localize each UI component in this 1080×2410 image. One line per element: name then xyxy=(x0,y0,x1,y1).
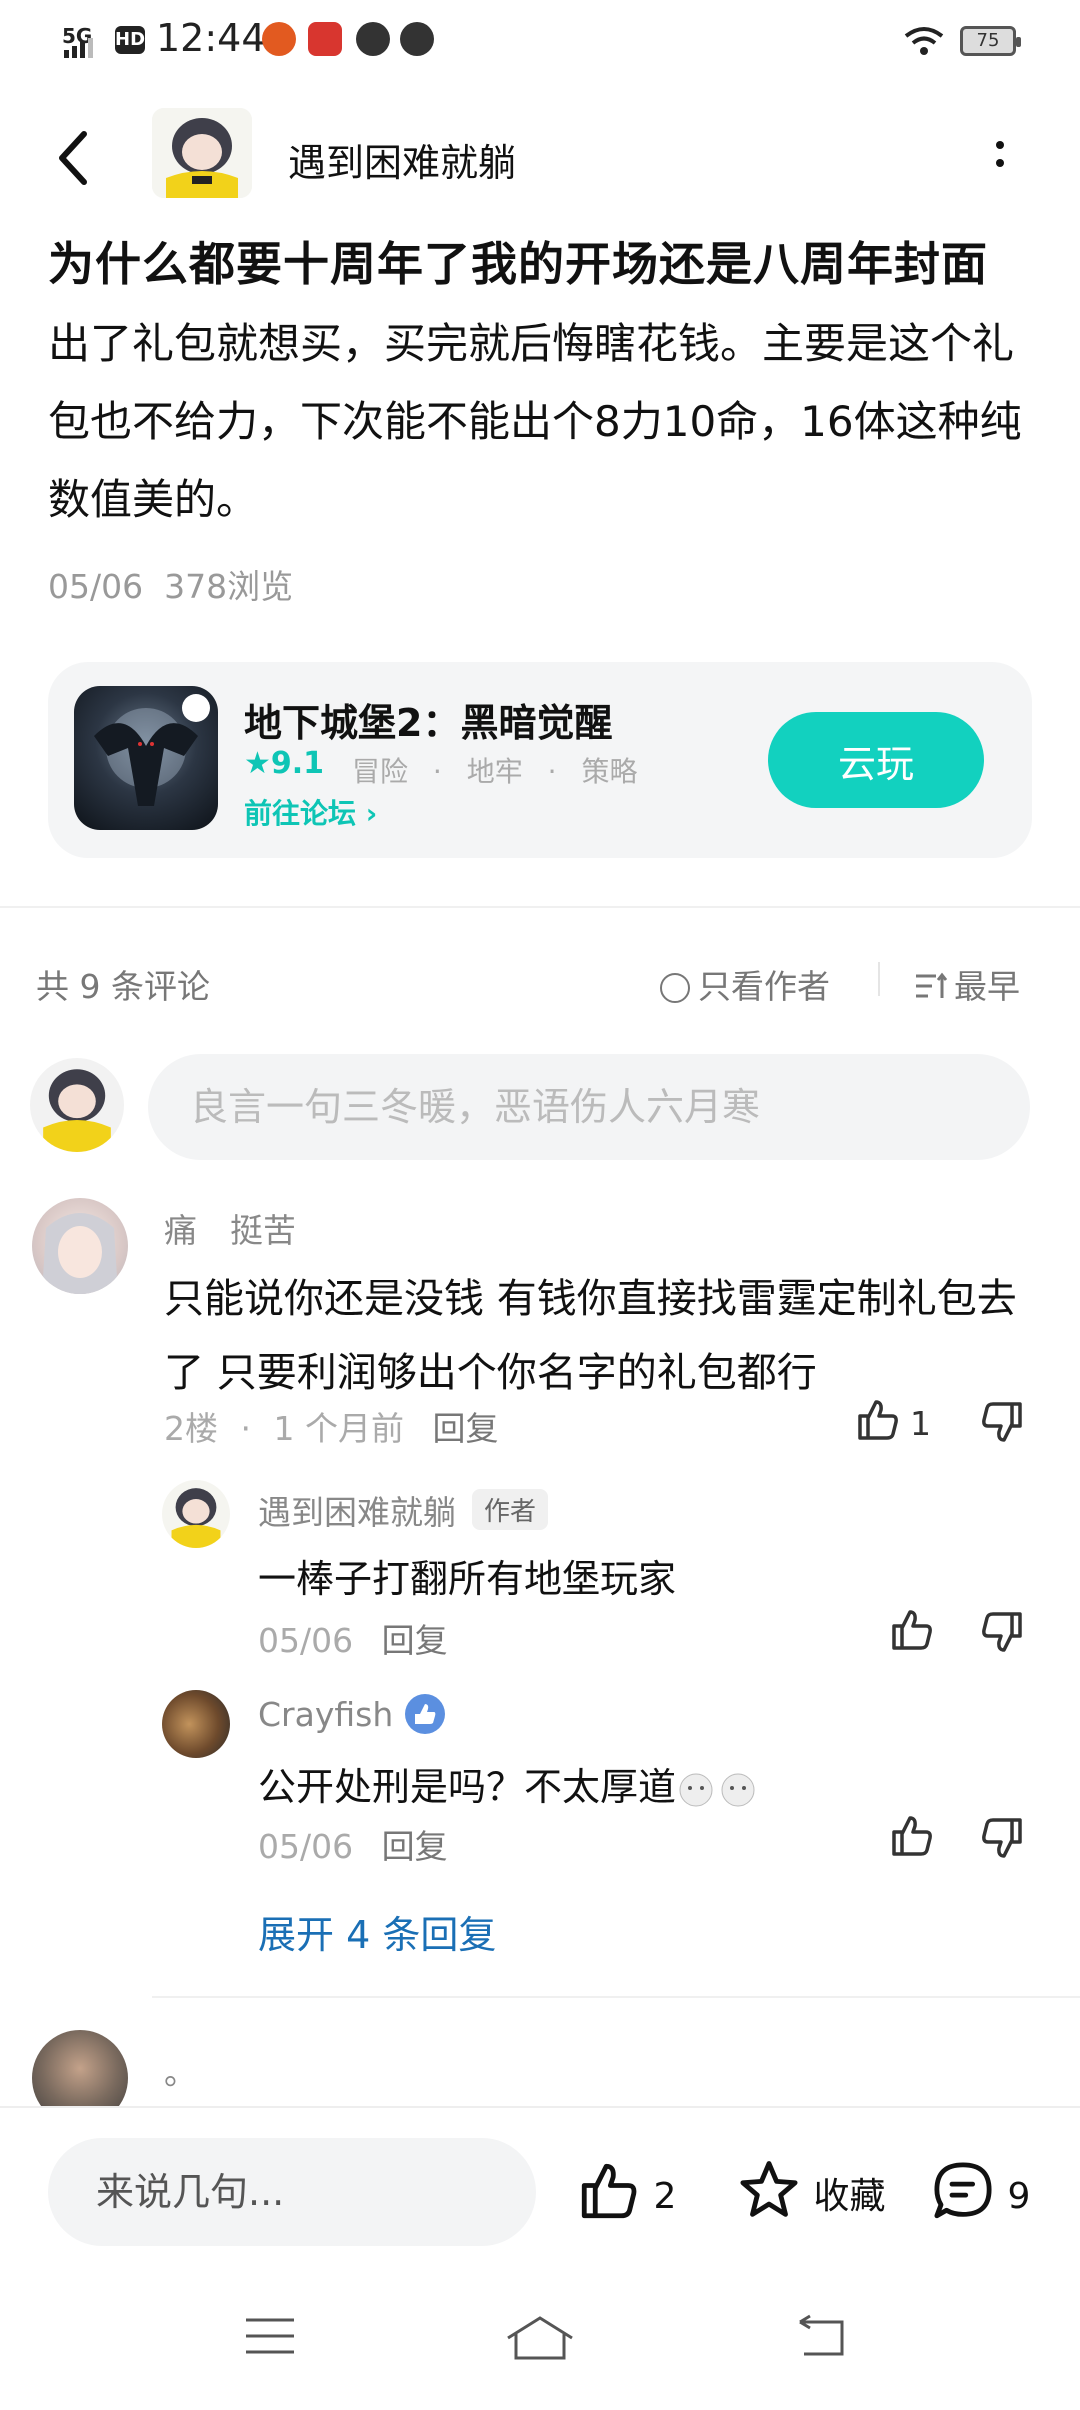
reply-username-label: 遇到困难就躺 xyxy=(258,1493,456,1532)
thumbs-up-icon[interactable] xyxy=(888,1812,936,1860)
globe-icon xyxy=(356,22,390,56)
battery-indicator: 75 xyxy=(960,26,1021,56)
tag-adventure: 冒险 xyxy=(352,755,409,788)
forum-link-label: 前往论坛 xyxy=(244,797,357,830)
chevron-right-icon: › xyxy=(365,797,378,830)
anime-girl-avatar-icon xyxy=(152,108,252,198)
post-like-button[interactable]: 2 xyxy=(576,2158,676,2224)
thumbs-down-icon[interactable] xyxy=(978,1608,1026,1656)
radio-circle-icon xyxy=(660,973,690,1003)
hd-badge: HD xyxy=(115,26,145,54)
reply-button[interactable]: 回复 xyxy=(382,1621,448,1660)
separator xyxy=(878,962,880,996)
cat-emoji-icon xyxy=(679,1773,755,1807)
reply-avatar[interactable] xyxy=(162,1690,230,1758)
reply-button[interactable]: 回复 xyxy=(382,1827,448,1866)
reply-text: 公开处刑是吗？不太厚道 xyxy=(258,1756,764,1811)
reply-meta: 05/06 回复 xyxy=(258,1820,448,1868)
sort-toggle[interactable]: 最早 xyxy=(914,960,1020,1008)
status-bar: 5G HD 12:44 75 xyxy=(0,0,1080,84)
star-outline-icon xyxy=(740,2161,798,2217)
verified-badge-icon xyxy=(405,1694,446,1734)
thumbs-up-icon[interactable] xyxy=(854,1396,902,1444)
bottom-action-bar: 2 收藏 9 xyxy=(0,2106,1080,2410)
reply-button[interactable]: 回复 xyxy=(433,1409,499,1448)
author-only-toggle[interactable]: 只看作者 xyxy=(660,960,830,1008)
reply-username-label: Crayfish xyxy=(258,1695,394,1734)
post-body: 出了礼包就想买，买完就后悔瞎花钱。主要是这个礼包也不给力，下次能不能出个8力10… xyxy=(48,319,1022,524)
anime-girl-avatar-icon xyxy=(171,1488,221,1548)
anime-girl-avatar-icon xyxy=(43,1069,111,1152)
comment-input[interactable] xyxy=(148,1054,1030,1160)
reply-username[interactable]: 遇到困难就躺 作者 xyxy=(258,1486,549,1534)
more-options-icon[interactable] xyxy=(990,135,1010,185)
post-title: 为什么都要十周年了我的开场还是八周年封面 xyxy=(48,237,988,291)
comment-count: 共 9 条评论 xyxy=(36,967,210,1006)
cloud-play-button[interactable]: 云玩 xyxy=(768,712,984,808)
game-tags: 冒险 · 地牢 · 策略 xyxy=(352,755,638,788)
home-icon[interactable] xyxy=(504,2314,576,2362)
comment-bubble-icon xyxy=(934,2162,992,2219)
sort-icon xyxy=(916,972,948,998)
reply-avatar[interactable] xyxy=(162,1480,230,1548)
reply-date: 05/06 xyxy=(258,1621,354,1660)
app-notification-icon xyxy=(308,22,342,56)
thumbs-up-icon xyxy=(581,2163,637,2219)
thumbs-down-icon[interactable] xyxy=(978,1814,1026,1862)
forum-link[interactable]: 前往论坛 › xyxy=(244,792,377,832)
post-meta: 05/06 378浏览 xyxy=(48,560,293,608)
comments-button[interactable]: 9 xyxy=(930,2158,1030,2224)
reply-meta: 05/06 回复 xyxy=(258,1614,448,1662)
like-count: 1 xyxy=(910,1404,931,1443)
tag-strategy: 策略 xyxy=(581,755,638,788)
post-date: 05/06 xyxy=(48,567,144,606)
divider xyxy=(0,906,1080,908)
bottom-comment-input[interactable] xyxy=(48,2138,536,2246)
favorite-button[interactable]: 收藏 xyxy=(736,2158,885,2224)
post-views: 378浏览 xyxy=(164,567,294,606)
lightning-badge-icon xyxy=(182,694,210,722)
game-card[interactable]: 地下城堡2：黑暗觉醒 ★9.1 冒险 · 地牢 · 策略 前往论坛 › 云玩 xyxy=(48,662,1032,858)
author-name[interactable]: 遇到困难就躺 xyxy=(288,132,516,187)
game-icon[interactable] xyxy=(74,686,218,830)
comments-count: 9 xyxy=(1007,2176,1031,2217)
expand-replies-link[interactable]: 展开 4 条回复 xyxy=(258,1904,496,1959)
author-only-label: 只看作者 xyxy=(698,967,830,1006)
reply-text: 一棒子打翻所有地堡玩家 xyxy=(258,1557,677,1601)
my-avatar[interactable] xyxy=(30,1058,124,1152)
commenter-name[interactable]: 。 xyxy=(164,2046,197,2094)
star-icon: ★ xyxy=(244,746,271,781)
game-name[interactable]: 地下城堡2：黑暗觉醒 xyxy=(244,692,612,747)
tag-dungeon: 地牢 xyxy=(466,755,523,788)
thumbs-up-icon[interactable] xyxy=(888,1606,936,1654)
rating-value: 9.1 xyxy=(270,746,325,781)
comment-floor: 2楼 xyxy=(164,1409,218,1448)
post-like-count: 2 xyxy=(653,2176,677,2217)
anime-portrait-icon xyxy=(42,1213,118,1294)
halloween-pumpkin-icon xyxy=(262,22,296,56)
back-nav-icon[interactable] xyxy=(796,2314,848,2358)
comment-meta: 2楼 · 1 个月前 回复 xyxy=(164,1409,499,1448)
signal-bars-icon xyxy=(64,38,93,58)
author-avatar[interactable] xyxy=(152,108,252,198)
clock: 12:44 xyxy=(156,16,266,60)
favorite-label: 收藏 xyxy=(813,2176,886,2217)
reply-date: 05/06 xyxy=(258,1827,354,1866)
comment-time: 1 个月前 xyxy=(273,1409,405,1448)
commenter-avatar[interactable] xyxy=(32,1198,128,1294)
wifi-icon xyxy=(904,27,944,55)
back-arrow-icon[interactable] xyxy=(52,128,92,188)
message-bubble-icon xyxy=(400,22,434,56)
game-rating: ★9.1 xyxy=(244,746,324,781)
sort-label: 最早 xyxy=(954,967,1020,1006)
divider xyxy=(152,1996,1080,1998)
commenter-name[interactable]: 痛 挺苦 xyxy=(164,1204,296,1252)
menu-icon[interactable] xyxy=(244,2314,296,2358)
reply-text-label: 公开处刑是吗？不太厚道 xyxy=(258,1765,677,1809)
reply-username[interactable]: Crayfish xyxy=(258,1694,446,1734)
thumbs-down-icon[interactable] xyxy=(978,1398,1026,1446)
comment-text: 只能说你还是没钱 有钱你直接找雷霆定制礼包去了 只要利润够出个你名字的礼包都行 xyxy=(164,1276,1017,1396)
author-tag: 作者 xyxy=(472,1489,549,1530)
